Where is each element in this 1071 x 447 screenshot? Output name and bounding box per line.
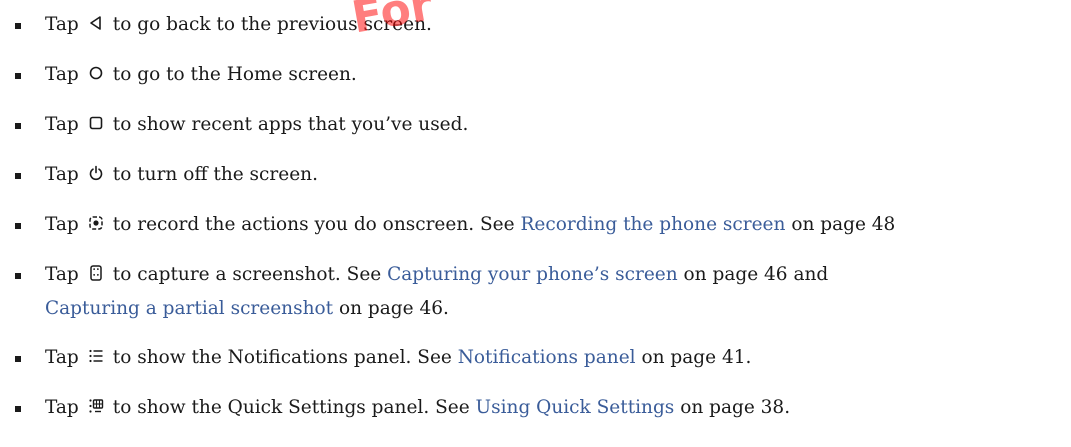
bullet (15, 406, 21, 412)
home-circle-icon (87, 64, 105, 82)
recent-apps-square-icon (87, 114, 105, 132)
link-capturing-partial-screenshot[interactable]: Capturing a partial screenshot (45, 298, 333, 319)
bullet (15, 123, 21, 129)
link-recording-phone-screen[interactable]: Recording the phone screen (520, 214, 785, 235)
bullet (15, 23, 21, 29)
link-using-quick-settings[interactable]: Using Quick Settings (476, 397, 675, 418)
screenshot-icon (87, 264, 105, 282)
bullet (15, 223, 21, 229)
bullet (15, 273, 21, 279)
power-icon (87, 164, 105, 182)
bullet (15, 356, 21, 362)
link-notifications-panel[interactable]: Notifications panel (458, 347, 636, 368)
notifications-list-icon (87, 347, 105, 365)
back-triangle-icon (87, 14, 105, 32)
link-capturing-phone-screen[interactable]: Capturing your phone’s screen (387, 264, 678, 285)
quick-settings-icon (87, 397, 105, 415)
bullet (15, 73, 21, 79)
bullet (15, 173, 21, 179)
screen-record-icon (87, 214, 105, 232)
